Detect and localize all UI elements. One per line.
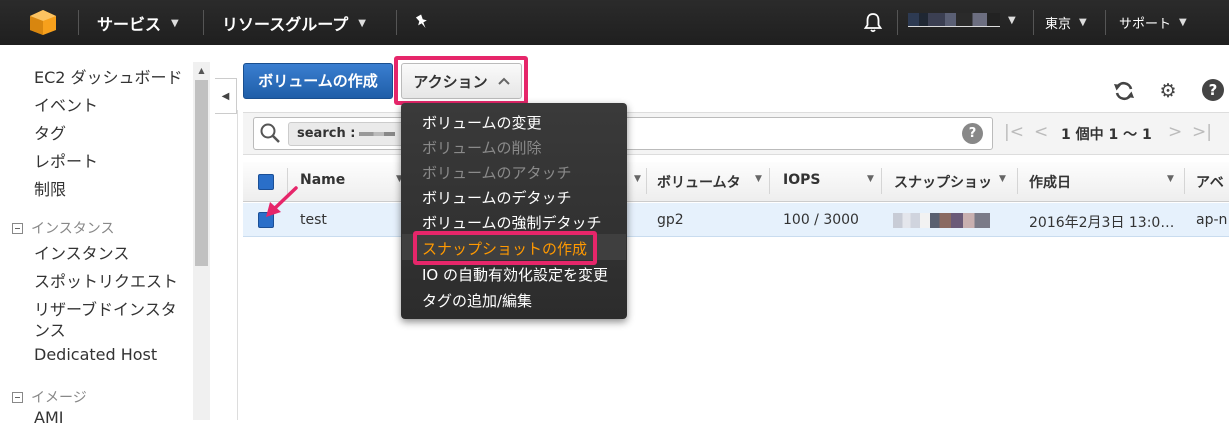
pin-icon[interactable]	[413, 13, 431, 31]
chevron-down-icon: ▼	[1079, 17, 1087, 28]
annotation-arrow-icon	[266, 186, 298, 217]
refresh-icon[interactable]	[1112, 80, 1136, 102]
column-header-volume-type[interactable]: ボリュームタ	[657, 172, 741, 192]
next-page-icon[interactable]: >	[1168, 122, 1182, 142]
sidebar-item-ec2-dashboard[interactable]: EC2 ダッシュボード	[34, 64, 183, 88]
sidebar-item-instances[interactable]: インスタンス	[34, 240, 129, 264]
resource-groups-label: リソースグループ	[222, 15, 349, 34]
menu-item-detach-volume[interactable]: ボリュームのデタッチ	[422, 187, 572, 208]
nav-divider	[1033, 10, 1034, 35]
create-volume-button[interactable]: ボリュームの作成	[243, 63, 393, 99]
sort-caret-icon[interactable]: ▼	[1167, 174, 1174, 184]
actions-highlight-box	[394, 56, 528, 105]
sort-caret-icon[interactable]: ▼	[999, 174, 1006, 184]
account-menu[interactable]: ▼	[908, 13, 1016, 27]
sidebar-item-reserved-instances-wrap[interactable]: ンス	[34, 317, 66, 341]
column-header-az[interactable]: アベ	[1196, 172, 1224, 192]
sort-caret-icon[interactable]: ▼	[867, 174, 874, 184]
column-divider	[1017, 168, 1018, 194]
sidebar-scrollbar-thumb[interactable]	[195, 80, 208, 266]
sidebar-item-events[interactable]: イベント	[34, 92, 98, 116]
first-page-icon[interactable]: |<	[1004, 122, 1024, 142]
sidebar-section-images[interactable]: イメージ	[12, 387, 87, 407]
chevron-down-icon: ▼	[1008, 14, 1016, 26]
actions-dropdown-menu	[401, 103, 627, 319]
support-menu[interactable]: サポート ▼	[1119, 13, 1187, 32]
resource-groups-menu[interactable]: リソースグループ ▼	[222, 11, 366, 35]
menu-item-attach-volume[interactable]: ボリュームのアタッチ	[422, 162, 572, 183]
column-header-name[interactable]: Name	[300, 172, 345, 188]
column-header-iops[interactable]: IOPS	[783, 172, 820, 188]
collapse-minus-icon[interactable]	[12, 391, 23, 403]
search-help-icon[interactable]: ?	[962, 123, 983, 144]
search-icon	[260, 123, 280, 143]
cell-created: 2016年2月3日 13:0…	[1029, 215, 1175, 231]
services-label: サービス	[97, 15, 162, 34]
chevron-left-icon: ◀	[221, 91, 230, 102]
nav-divider	[203, 10, 204, 35]
column-divider	[881, 168, 882, 194]
services-menu[interactable]: サービス ▼	[97, 11, 179, 35]
sidebar-item-tags[interactable]: タグ	[34, 120, 66, 144]
sidebar-item-reports[interactable]: レポート	[34, 148, 98, 172]
sidebar-item-limits[interactable]: 制限	[34, 176, 66, 200]
nav-divider	[1105, 10, 1106, 35]
scroll-up-arrow-icon[interactable]: ▲	[193, 64, 210, 78]
prev-page-icon[interactable]: <	[1034, 122, 1048, 142]
create-snapshot-highlight-box	[413, 231, 597, 265]
column-divider	[1184, 168, 1185, 194]
column-divider	[769, 168, 770, 194]
menu-item-add-edit-tags[interactable]: タグの追加/編集	[422, 290, 532, 311]
sort-caret-icon[interactable]: ▼	[755, 174, 762, 184]
menu-item-change-auto-enable-io[interactable]: IO の自動有効化設定を変更	[422, 264, 608, 285]
collapse-minus-icon[interactable]	[12, 222, 23, 234]
menu-item-force-detach-volume[interactable]: ボリュームの強制デタッチ	[422, 212, 602, 233]
account-name-redacted	[908, 13, 1000, 27]
cell-name: test	[300, 212, 327, 228]
support-label: サポート	[1119, 17, 1172, 32]
gear-icon[interactable]: ⚙	[1157, 80, 1179, 102]
cell-availability-zone: ap-n	[1196, 212, 1228, 228]
chevron-down-icon: ▼	[358, 17, 366, 29]
cell-iops: 100 / 3000	[783, 212, 859, 228]
sidebar-section-instances[interactable]: インスタンス	[12, 218, 114, 238]
content-divider	[237, 110, 238, 420]
chevron-down-icon: ▼	[1179, 17, 1187, 28]
column-header-snapshot[interactable]: スナップショッ	[894, 172, 992, 192]
nav-divider	[897, 10, 898, 35]
sidebar-item-dedicated-host[interactable]: Dedicated Host	[34, 345, 157, 364]
bell-icon[interactable]	[863, 12, 883, 33]
sidebar-item-ami[interactable]: AMI	[34, 408, 63, 427]
sort-caret-icon[interactable]: ▼	[634, 174, 641, 184]
chevron-down-icon: ▼	[171, 17, 179, 29]
sidebar-section-images-label: イメージ	[31, 390, 87, 406]
search-filter-token-label: search :	[297, 126, 356, 141]
column-header-created[interactable]: 作成日	[1029, 172, 1071, 192]
help-icon[interactable]: ?	[1202, 79, 1224, 101]
nav-divider	[396, 10, 397, 35]
top-navigation-bar: サービス ▼ リソースグループ ▼ ▼ 東京 ▼ サポート ▼	[0, 0, 1229, 45]
redacted-value	[359, 131, 396, 136]
region-label: 東京	[1045, 17, 1072, 32]
cell-snapshot-redacted	[893, 213, 990, 228]
pagination-text: 1 個中 1 ～ 1	[1061, 127, 1152, 143]
nav-divider	[78, 10, 79, 35]
menu-item-modify-volume[interactable]: ボリュームの変更	[422, 112, 542, 133]
last-page-icon[interactable]: >|	[1192, 122, 1212, 142]
column-divider	[646, 168, 647, 194]
aws-logo-icon[interactable]	[28, 9, 58, 36]
search-filter-token[interactable]: search :	[288, 122, 405, 146]
collapse-sidebar-button[interactable]: ◀	[215, 78, 237, 114]
sidebar-section-instances-label: インスタンス	[31, 221, 115, 237]
menu-item-delete-volume[interactable]: ボリュームの削除	[422, 137, 542, 158]
region-menu[interactable]: 東京 ▼	[1045, 13, 1087, 32]
sidebar-item-spot-requests[interactable]: スポットリクエスト	[34, 268, 178, 292]
cell-volume-type: gp2	[657, 212, 684, 228]
